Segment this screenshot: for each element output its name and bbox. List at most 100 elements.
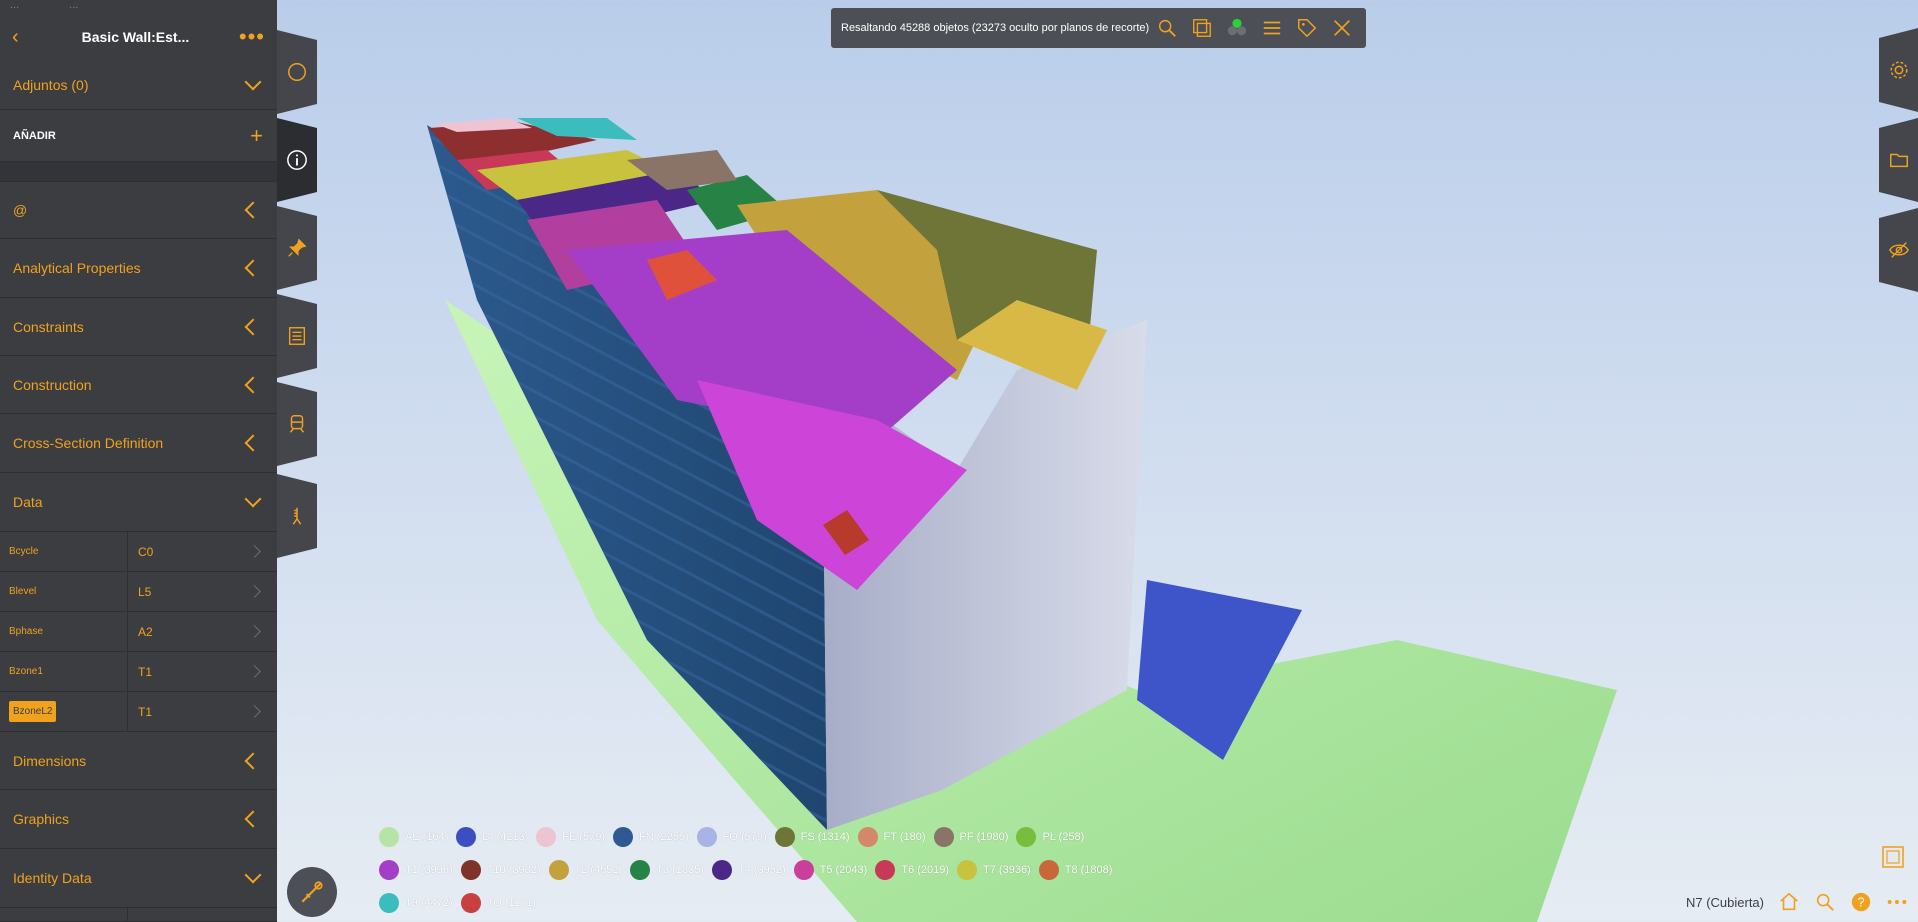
chevron-down-icon xyxy=(244,866,262,884)
legend-item[interactable]: T7 (3936) xyxy=(957,859,1031,880)
tab-folder[interactable] xyxy=(1879,118,1918,202)
tab-visibility[interactable] xyxy=(1879,208,1918,292)
info-icon xyxy=(286,149,308,171)
legend-item[interactable]: DI (4213) xyxy=(456,826,529,847)
section-construction[interactable]: Construction xyxy=(0,356,277,414)
tools-button[interactable] xyxy=(287,867,337,917)
section-label: Construction xyxy=(13,376,92,393)
legend-item[interactable]: FO (579) xyxy=(696,826,767,847)
section-dimensions[interactable]: Dimensions xyxy=(0,732,277,790)
section-identity-data[interactable]: Identity Data xyxy=(0,849,277,908)
left-tool-strip xyxy=(277,0,317,922)
help-icon[interactable]: ? xyxy=(1850,891,1872,913)
legend-label: DI (4213) xyxy=(482,830,529,843)
building-model[interactable] xyxy=(317,0,1879,922)
section-analytical-properties[interactable]: Analytical Properties xyxy=(0,239,277,298)
model-viewport[interactable] xyxy=(317,0,1879,922)
legend-item[interactable]: T1 (3996) xyxy=(379,859,453,880)
chevron-left-icon xyxy=(244,259,262,277)
tab-info[interactable] xyxy=(277,118,317,202)
legend-item[interactable]: T10 (3982) xyxy=(460,859,541,880)
legend-swatch xyxy=(774,826,795,847)
chevron-right-icon xyxy=(248,705,261,718)
legend-item[interactable]: FE (579) xyxy=(536,826,606,847)
legend-swatch xyxy=(957,859,978,880)
legend-row: AE (164) DI (4213) FE (579) FN (2255) FO… xyxy=(379,820,1179,853)
legend-item[interactable]: T3 (1835) xyxy=(630,859,704,880)
property-row-bphase[interactable]: Bphase A2 xyxy=(0,612,277,652)
legend-item[interactable]: TO (1171) xyxy=(460,892,536,913)
home-icon[interactable] xyxy=(1778,891,1800,913)
property-key-partial xyxy=(0,908,128,921)
section-constraints[interactable]: Constraints xyxy=(0,298,277,356)
layers-icon[interactable] xyxy=(1191,17,1213,39)
legend-label: T2 (4552) xyxy=(574,863,623,876)
chevron-left-icon xyxy=(244,810,262,828)
legend-item[interactable]: T9 (4472) xyxy=(379,892,453,913)
section-data[interactable]: Data xyxy=(0,473,277,532)
tag-icon[interactable] xyxy=(1296,17,1318,39)
property-row-blevel[interactable]: Blevel L5 xyxy=(0,572,277,612)
add-attachment-row[interactable]: AÑADIR + xyxy=(0,110,277,162)
more-icon[interactable] xyxy=(1886,891,1908,913)
tab-circle[interactable] xyxy=(277,30,317,114)
legend-item[interactable]: PF (1980) xyxy=(933,826,1008,847)
folder-icon xyxy=(1888,149,1910,171)
frame-icon[interactable] xyxy=(1880,844,1906,870)
tab-settings[interactable] xyxy=(1879,28,1918,112)
section-graphics[interactable]: Graphics xyxy=(0,790,277,849)
chevron-left-icon xyxy=(244,376,262,393)
zoom-icon[interactable] xyxy=(1814,891,1836,913)
legend-item[interactable]: FN (2255) xyxy=(613,826,689,847)
legend-label: AE (164) xyxy=(405,830,449,843)
legend-swatch xyxy=(711,859,732,880)
close-icon[interactable] xyxy=(1331,17,1353,39)
legend-label: T3 (1835) xyxy=(656,863,704,876)
back-icon[interactable]: ‹ xyxy=(12,26,32,49)
property-value: L5 xyxy=(138,584,152,599)
legend-item[interactable]: FS (1314) xyxy=(774,826,850,847)
legend-item[interactable]: T8 (1808) xyxy=(1038,859,1113,880)
highlight-status-text: Resaltando 45288 objetos (23273 oculto p… xyxy=(841,22,1150,34)
section-label: Dimensions xyxy=(13,752,87,769)
list-icon[interactable] xyxy=(1261,17,1283,39)
tab-pin[interactable] xyxy=(277,206,317,290)
tab-checklist[interactable] xyxy=(277,294,317,378)
legend-item[interactable]: PL (258) xyxy=(1016,826,1085,847)
legend-label: T9 (4472) xyxy=(405,896,453,909)
legend-item[interactable]: AE (164) xyxy=(379,826,449,847)
legend-label: FE (579) xyxy=(562,830,606,843)
legend-item[interactable]: T4 (3952) xyxy=(711,859,786,880)
legend-item[interactable]: FT (180) xyxy=(857,826,926,847)
section-at[interactable]: @ xyxy=(0,182,277,239)
legend-label: T1 (3996) xyxy=(405,863,453,876)
tab-train[interactable] xyxy=(277,382,317,466)
legend-label: T8 (1808) xyxy=(1064,863,1113,876)
property-key: Bzone1 xyxy=(0,652,128,691)
section-label: Graphics xyxy=(13,811,70,827)
property-key: Blevel xyxy=(0,572,128,611)
more-options-icon[interactable]: ••• xyxy=(239,24,265,50)
legend-item[interactable]: T2 (4552) xyxy=(548,859,623,880)
section-cross-section-definition[interactable]: Cross-Section Definition xyxy=(0,414,277,473)
legend-item[interactable]: T5 (2043) xyxy=(793,859,867,880)
color-circles-icon[interactable] xyxy=(1226,17,1248,39)
chevron-right-icon xyxy=(248,585,261,598)
plus-icon[interactable]: + xyxy=(250,123,263,149)
chevron-left-icon xyxy=(244,201,262,219)
legend-label: PL (258) xyxy=(1042,830,1085,843)
property-row-bzonel2[interactable]: BzoneL2 T1 xyxy=(0,692,277,732)
attachments-section[interactable]: Adjuntos (0) xyxy=(0,60,277,110)
current-level-label[interactable]: N7 (Cubierta) xyxy=(1686,895,1764,910)
legend-item[interactable]: T6 (2019) xyxy=(875,859,949,880)
property-value: T1 xyxy=(138,704,153,719)
chevron-left-icon xyxy=(244,434,262,452)
train-icon xyxy=(286,413,308,435)
zoom-icon[interactable] xyxy=(1156,17,1178,39)
tab-measure[interactable] xyxy=(277,474,317,558)
property-row-bzone1[interactable]: Bzone1 T1 xyxy=(0,652,277,692)
legend-label: T10 (3982) xyxy=(486,863,541,876)
legend-swatch xyxy=(536,826,557,847)
chevron-left-icon xyxy=(244,318,262,335)
property-row-bcycle[interactable]: Bcycle C0 xyxy=(0,532,277,572)
